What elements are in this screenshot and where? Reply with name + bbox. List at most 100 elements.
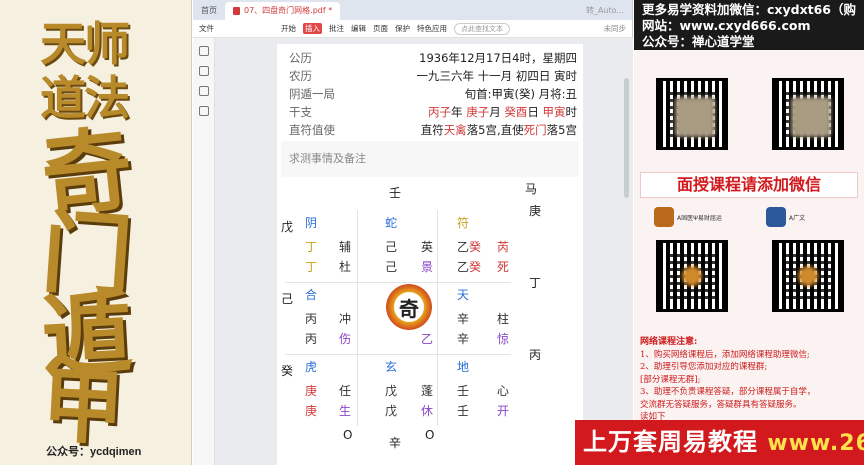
left-sidebar <box>193 38 215 465</box>
ganzhi-day-suffix: 日 <box>527 105 539 119</box>
palace-cell[interactable]: 天 辛 柱 辛 惊 <box>457 286 529 358</box>
cell-god: 玄 <box>385 360 398 374</box>
info-row-ganzhi: 干支 丙子年 庚子月 癸酉日 甲寅时 <box>289 104 577 120</box>
cell-heaven: 戊 <box>385 384 398 398</box>
note-line: 2、助理引导您添加对应的课程群; <box>640 362 768 372</box>
zhifu-suffix: 落5宫 <box>546 123 577 137</box>
menu-start[interactable]: 开始 <box>281 23 296 34</box>
menu-protect[interactable]: 保护 <box>395 23 410 34</box>
sync-status[interactable]: 未同步 <box>604 23 627 34</box>
qr-code-icon <box>772 78 844 150</box>
ganzhi-year-suffix: 年 <box>451 105 463 119</box>
menu-edit[interactable]: 编辑 <box>351 23 366 34</box>
note-field[interactable]: 求测事情及备注 <box>281 141 579 177</box>
menu-annotate[interactable]: 批注 <box>329 23 344 34</box>
ganzhi-month: 庚子 <box>466 105 490 119</box>
outer-top: 壬 <box>389 186 402 200</box>
tab-document[interactable]: 07、四盘奇门网格.pdf * <box>225 2 341 20</box>
cell-heaven: 壬 <box>457 384 470 398</box>
info-label: 公历 <box>289 51 312 65</box>
tab-bar: 首页 07、四盘奇门网格.pdf * 转_Auto... <box>193 0 632 20</box>
menu-features[interactable]: 特色应用 <box>417 23 447 34</box>
attachment-icon[interactable] <box>198 106 209 116</box>
cell-heaven: 丙 <box>305 312 318 326</box>
ad-header: 更多易学资料加微信：cxydxt66（购 网站：www.cxyd666.com … <box>634 0 864 50</box>
qr-center-logo <box>798 266 818 286</box>
cell-door: 开 <box>497 404 510 418</box>
cell-door: 杜 <box>339 260 352 274</box>
palace-cell[interactable]: 虎 庚 任 庚 生 <box>301 358 373 430</box>
toolbar: 文件 开始 插入 批注 编辑 页面 保护 特色应用 点此查找文本 未同步 <box>193 20 632 38</box>
cell-door: 死 <box>497 260 510 274</box>
search-input[interactable]: 点此查找文本 <box>454 22 510 35</box>
cell-earth: 乙癸 <box>457 258 481 275</box>
menu-file[interactable]: 文件 <box>199 23 214 34</box>
cell-heaven: 辛 <box>457 312 470 326</box>
outer-bottom-o2: O <box>425 428 435 442</box>
ad-wechat-line: 更多易学资料加微信：cxydxt66（购 <box>642 2 857 17</box>
bottom-ad-url: www.265zhouyiw.com <box>767 431 864 456</box>
bookmark-icon[interactable] <box>198 66 209 76</box>
cell-heaven-a: 乙 <box>457 240 470 254</box>
ganzhi-value: 丙子年 庚子月 癸酉日 甲寅时 <box>428 104 577 120</box>
info-row-solar: 公历 1936年12月17日4时，星期四 <box>289 50 577 66</box>
pdf-page: 公历 1936年12月17日4时，星期四 农历 一九三六年 十一月 初四日 寅时… <box>277 44 583 465</box>
outer-right-top: 庚 <box>529 204 542 218</box>
pdf-window: 首页 07、四盘奇门网格.pdf * 转_Auto... 文件 开始 插入 批注… <box>193 0 633 465</box>
menu-page[interactable]: 页面 <box>373 23 388 34</box>
cell-god: 天 <box>457 288 470 302</box>
cell-earth: 庚 <box>305 404 318 418</box>
note-line: [部分课程无群]; <box>640 374 701 385</box>
cell-door: 生 <box>339 404 352 418</box>
zhifu-door: 死门 <box>523 123 547 137</box>
palace-cell[interactable]: 地 壬 心 壬 开 <box>457 358 529 430</box>
zhifu-mid: 落5宫,直使 <box>466 123 524 137</box>
scrollbar-thumb[interactable] <box>624 78 629 198</box>
thumbnail-icon[interactable] <box>198 46 209 56</box>
cell-earth: 乙 <box>421 332 434 346</box>
cell-star: 英 <box>421 240 434 254</box>
palace-cell[interactable]: 符 乙癸 芮 乙癸 死 <box>457 214 529 286</box>
qr-blur <box>791 97 831 137</box>
palace-cell[interactable]: 玄 戊 蓬 戊 休 <box>381 358 453 430</box>
qr-code-icon <box>656 78 728 150</box>
cell-star: 心 <box>497 384 510 398</box>
info-row-zhifu: 直符值使 直符天禽落5宫,直使死门落5宫 <box>289 122 577 138</box>
ganzhi-day: 癸酉 <box>504 105 528 119</box>
info-label: 农历 <box>289 69 312 83</box>
note-line: 3、助理不负责课程答疑，部分课程属于自学， <box>640 387 816 397</box>
tab-home[interactable]: 首页 <box>193 2 225 20</box>
notes-title: 网络课程注意: <box>640 337 698 347</box>
profile-name: A固医Ψ易财屈运 <box>677 214 722 222</box>
cell-god: 符 <box>457 216 470 230</box>
palace-cell[interactable]: 合 丙 冲 丙 伤 <box>301 286 373 358</box>
info-label: 直符值使 <box>289 123 335 137</box>
annotation-icon[interactable] <box>198 86 209 96</box>
menu-insert[interactable]: 插入 <box>303 23 322 34</box>
info-value: 一九三六年 十一月 初四日 寅时 <box>416 69 577 83</box>
outer-bottom-o1: O <box>343 428 353 442</box>
tab-other[interactable]: 转_Auto... <box>578 2 632 20</box>
palace-cell[interactable]: 蛇 己 英 己 景 <box>381 214 453 286</box>
outer-right-mid: 丁 <box>529 276 542 290</box>
cell-door: 惊 <box>497 332 510 346</box>
profile-name: A广文 <box>789 214 806 222</box>
palace-cell[interactable]: 阴 丁 辅 丁 杜 <box>301 214 373 286</box>
info-value: 旬首:甲寅(癸) 月将:丑 <box>464 87 577 101</box>
cell-star: 蓬 <box>421 384 434 398</box>
note-line: 交流群无答疑服务，答疑群具有答疑服务。 <box>640 399 802 410</box>
bottom-ad-banner: 上万套周易教程 www.265zhouyiw.com <box>575 420 864 465</box>
pdf-file-icon <box>233 7 240 15</box>
outer-left-top: 戊 <box>281 220 294 234</box>
cell-earth: 己 <box>385 260 398 274</box>
cell-earth: 丁 <box>305 260 318 274</box>
zhifu-star: 天禽 <box>443 123 467 137</box>
cell-heaven: 丁 <box>305 240 318 254</box>
banner-big-char-4: 甲 <box>39 356 127 458</box>
cell-god: 合 <box>305 288 318 302</box>
outer-right-bot: 丙 <box>529 348 542 362</box>
cell-door: 伤 <box>339 332 352 346</box>
cell-door: 景 <box>421 260 434 274</box>
avatar <box>654 207 674 227</box>
info-row-lunar: 农历 一九三六年 十一月 初四日 寅时 <box>289 68 577 84</box>
